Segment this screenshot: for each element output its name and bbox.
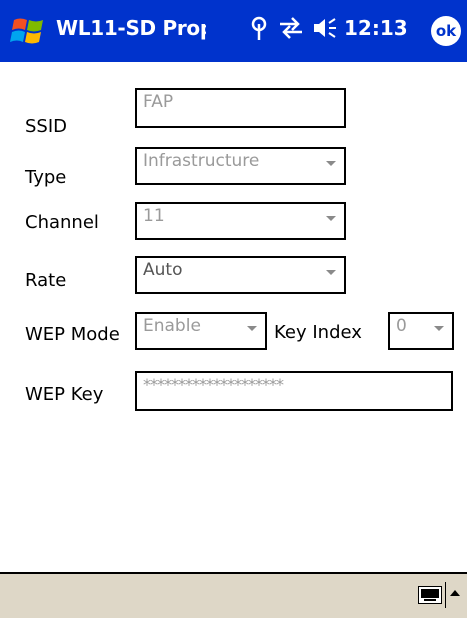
chevron-down-icon xyxy=(247,326,257,331)
title-bar: WL11-SD Prop 12:13 ok xyxy=(0,0,467,62)
chevron-down-icon xyxy=(434,326,444,331)
channel-label: Channel xyxy=(25,212,99,233)
start-icon[interactable] xyxy=(10,14,50,48)
type-value: Infrastructure xyxy=(143,151,260,171)
rate-value: Auto xyxy=(143,260,183,280)
wep-mode-dropdown[interactable]: Enable xyxy=(135,312,267,350)
ssid-label: SSID xyxy=(25,116,68,137)
connectivity-icon[interactable] xyxy=(278,16,304,45)
keyboard-icon[interactable] xyxy=(418,586,442,604)
ssid-input[interactable]: FAP xyxy=(135,88,346,128)
type-dropdown[interactable]: Infrastructure xyxy=(135,147,346,185)
key-index-dropdown[interactable]: 0 xyxy=(388,312,454,350)
antenna-icon[interactable] xyxy=(250,16,268,45)
wep-key-input[interactable]: ******************** xyxy=(135,371,453,411)
window-title: WL11-SD Prop xyxy=(56,16,206,40)
divider xyxy=(445,582,446,608)
volume-icon[interactable] xyxy=(312,16,338,45)
key-index-value: 0 xyxy=(396,316,407,336)
type-label: Type xyxy=(25,167,67,188)
clock[interactable]: 12:13 xyxy=(344,16,408,40)
chevron-down-icon xyxy=(326,216,336,221)
key-index-label: Key Index xyxy=(274,322,362,343)
ok-button[interactable]: ok xyxy=(431,16,461,46)
rate-dropdown[interactable]: Auto xyxy=(135,256,346,294)
chevron-down-icon xyxy=(326,161,336,166)
wep-key-value: ******************** xyxy=(143,375,284,394)
wep-key-label: WEP Key xyxy=(25,384,104,405)
channel-dropdown[interactable]: 11 xyxy=(135,202,346,240)
menu-bar xyxy=(0,572,467,618)
wep-mode-label: WEP Mode xyxy=(25,324,120,345)
ssid-value: FAP xyxy=(143,92,174,112)
channel-value: 11 xyxy=(143,206,165,226)
wep-mode-value: Enable xyxy=(143,316,201,336)
chevron-down-icon xyxy=(326,270,336,275)
chevron-up-icon[interactable] xyxy=(450,590,460,596)
rate-label: Rate xyxy=(25,270,67,291)
